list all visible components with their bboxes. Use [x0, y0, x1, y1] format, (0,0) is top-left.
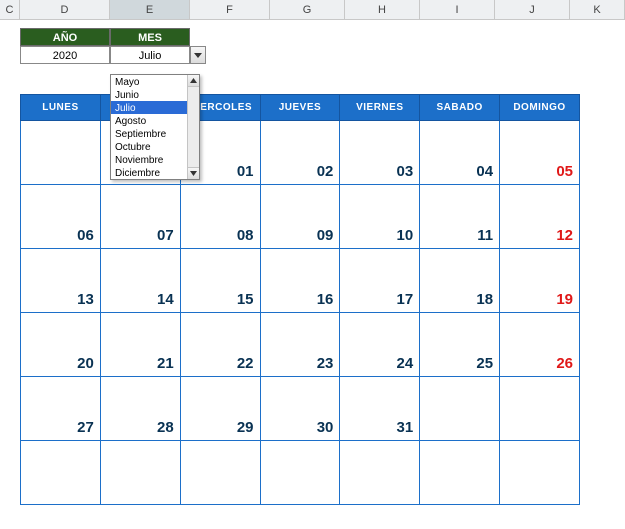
- calendar-day-cell[interactable]: 06: [21, 185, 101, 249]
- calendar-day-cell[interactable]: 25: [420, 313, 500, 377]
- calendar-day-cell[interactable]: 19: [500, 249, 580, 313]
- calendar-day-cell[interactable]: 16: [260, 249, 340, 313]
- calendar-day-cell[interactable]: 31: [340, 377, 420, 441]
- calendar-day-cell[interactable]: 20: [21, 313, 101, 377]
- day-header-viernes: VIERNES: [340, 95, 420, 121]
- calendar-day-cell[interactable]: 07: [100, 185, 180, 249]
- calendar-week-row: 0102030405: [21, 121, 580, 185]
- calendar-day-cell[interactable]: 29: [180, 377, 260, 441]
- calendar-day-cell[interactable]: 30: [260, 377, 340, 441]
- calendar-day-cell[interactable]: [260, 441, 340, 505]
- month-label: MES: [110, 28, 190, 46]
- calendar-day-cell[interactable]: 08: [180, 185, 260, 249]
- calendar-day-cell[interactable]: 26: [500, 313, 580, 377]
- calendar-day-cell[interactable]: 27: [21, 377, 101, 441]
- column-header-row: C D E F G H I J K: [0, 0, 625, 20]
- calendar-day-cell[interactable]: 11: [420, 185, 500, 249]
- calendar-week-row: 06070809101112: [21, 185, 580, 249]
- calendar-day-cell[interactable]: 18: [420, 249, 500, 313]
- calendar-day-cell[interactable]: 22: [180, 313, 260, 377]
- dropdown-option[interactable]: Noviembre: [111, 153, 199, 166]
- dropdown-option[interactable]: Julio: [111, 101, 199, 114]
- day-header-domingo: DOMINGO: [500, 95, 580, 121]
- column-header-selected[interactable]: E: [110, 0, 190, 19]
- chevron-down-icon: [194, 53, 202, 58]
- calendar-day-cell[interactable]: 21: [100, 313, 180, 377]
- scroll-down-button[interactable]: [188, 167, 199, 179]
- calendar-week-row: 13141516171819: [21, 249, 580, 313]
- chevron-down-icon: [190, 171, 197, 176]
- scroll-up-button[interactable]: [188, 75, 199, 87]
- calendar-week-row: 2728293031: [21, 377, 580, 441]
- calendar-day-cell[interactable]: [420, 377, 500, 441]
- calendar-day-cell[interactable]: [100, 441, 180, 505]
- dropdown-scrollbar[interactable]: [187, 75, 199, 179]
- calendar-day-cell[interactable]: 13: [21, 249, 101, 313]
- calendar-grid: LUNES MARTES MIERCOLES JUEVES VIERNES SA…: [20, 94, 580, 505]
- month-value-cell[interactable]: Julio: [110, 46, 190, 64]
- calendar-day-cell[interactable]: [180, 441, 260, 505]
- year-month-bar: AÑO 2020 MES Julio: [20, 28, 625, 64]
- calendar-day-cell[interactable]: [420, 441, 500, 505]
- calendar-day-cell[interactable]: 10: [340, 185, 420, 249]
- calendar-day-cell[interactable]: 15: [180, 249, 260, 313]
- calendar-week-row: [21, 441, 580, 505]
- column-header[interactable]: H: [345, 0, 420, 19]
- calendar-day-cell[interactable]: 12: [500, 185, 580, 249]
- dropdown-option[interactable]: Septiembre: [111, 127, 199, 140]
- day-header-lunes: LUNES: [21, 95, 101, 121]
- day-header-sabado: SABADO: [420, 95, 500, 121]
- calendar-day-cell[interactable]: 14: [100, 249, 180, 313]
- calendar-day-cell[interactable]: 09: [260, 185, 340, 249]
- month-dropdown-list[interactable]: MayoJunioJulioAgostoSeptiembreOctubreNov…: [110, 74, 200, 180]
- calendar-day-cell[interactable]: 05: [500, 121, 580, 185]
- dropdown-option[interactable]: Mayo: [111, 75, 199, 88]
- dropdown-option[interactable]: Agosto: [111, 114, 199, 127]
- dropdown-option[interactable]: Diciembre: [111, 166, 199, 179]
- calendar-day-cell[interactable]: 24: [340, 313, 420, 377]
- column-header[interactable]: D: [20, 0, 110, 19]
- column-header[interactable]: C: [0, 0, 20, 19]
- calendar-header-row: LUNES MARTES MIERCOLES JUEVES VIERNES SA…: [21, 95, 580, 121]
- calendar-day-cell[interactable]: 03: [340, 121, 420, 185]
- calendar-day-cell[interactable]: 28: [100, 377, 180, 441]
- calendar-day-cell[interactable]: [500, 377, 580, 441]
- worksheet-area: AÑO 2020 MES Julio MayoJunioJulioAgostoS…: [0, 28, 625, 505]
- calendar-day-cell[interactable]: [21, 441, 101, 505]
- year-label: AÑO: [20, 28, 110, 46]
- day-header-jueves: JUEVES: [260, 95, 340, 121]
- chevron-up-icon: [190, 78, 197, 83]
- dropdown-option[interactable]: Octubre: [111, 140, 199, 153]
- calendar-day-cell[interactable]: 23: [260, 313, 340, 377]
- dropdown-option[interactable]: Junio: [111, 88, 199, 101]
- calendar-day-cell[interactable]: [340, 441, 420, 505]
- year-value-cell[interactable]: 2020: [20, 46, 110, 64]
- column-header[interactable]: J: [495, 0, 570, 19]
- calendar-day-cell[interactable]: 02: [260, 121, 340, 185]
- calendar-day-cell[interactable]: 04: [420, 121, 500, 185]
- calendar-day-cell[interactable]: [21, 121, 101, 185]
- column-header[interactable]: K: [570, 0, 625, 19]
- calendar-day-cell[interactable]: 17: [340, 249, 420, 313]
- column-header[interactable]: G: [270, 0, 345, 19]
- column-header[interactable]: F: [190, 0, 270, 19]
- calendar-day-cell[interactable]: [500, 441, 580, 505]
- calendar-week-row: 20212223242526: [21, 313, 580, 377]
- column-header[interactable]: I: [420, 0, 495, 19]
- month-dropdown-button[interactable]: [190, 46, 206, 64]
